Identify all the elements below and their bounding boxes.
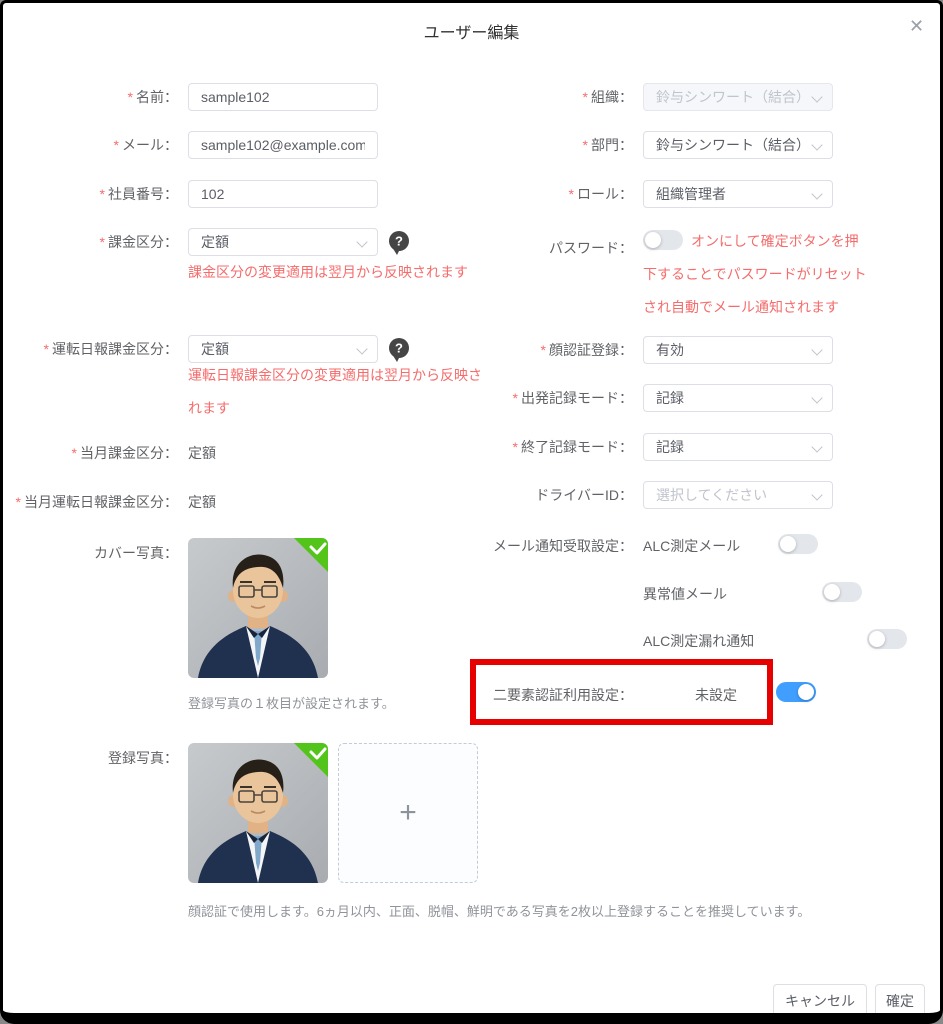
role-select[interactable]: 組織管理者 bbox=[643, 180, 833, 208]
close-icon[interactable]: ✕ bbox=[909, 17, 924, 35]
mail-item-abnormal-toggle[interactable] bbox=[822, 582, 862, 602]
department-label: *部門： bbox=[443, 135, 633, 155]
organization-select: 鈴与シンワート（結合） bbox=[643, 83, 833, 111]
registered-photo-label: 登録写真： bbox=[3, 748, 178, 768]
chevron-down-icon bbox=[356, 236, 367, 247]
cover-photo-label: カバー写真： bbox=[3, 543, 178, 563]
chevron-down-icon bbox=[811, 139, 822, 150]
current-billing-value: 定額 bbox=[188, 443, 216, 463]
registered-photo-note: 顔認証で使用します。6ヵ月以内、正面、脱帽、鮮明である写真を2枚以上登録すること… bbox=[188, 903, 810, 921]
end-record-mode-select[interactable]: 記録 bbox=[643, 433, 833, 461]
chevron-down-icon bbox=[811, 441, 822, 452]
registered-photo[interactable] bbox=[188, 743, 328, 883]
billing-help-icon[interactable] bbox=[387, 230, 411, 256]
email-label: *メール： bbox=[3, 135, 178, 155]
departure-record-mode-select[interactable]: 記録 bbox=[643, 384, 833, 412]
employee-no-label: *社員番号： bbox=[3, 184, 178, 204]
two-factor-status: 未設定 bbox=[695, 685, 737, 705]
password-label: パスワード： bbox=[443, 238, 633, 258]
organization-label: *組織： bbox=[443, 87, 633, 107]
driver-id-select[interactable]: 選択してください bbox=[643, 481, 833, 509]
employee-no-input[interactable] bbox=[188, 180, 378, 208]
password-toggle[interactable] bbox=[643, 230, 683, 250]
face-recognition-label: *顔認証登録： bbox=[443, 340, 633, 360]
chevron-down-icon bbox=[811, 392, 822, 403]
user-edit-modal: ユーザー編集 ✕ *名前： *メール： *社員番号： *課金区分： 定額 課金区… bbox=[0, 0, 943, 1024]
chevron-down-icon bbox=[811, 188, 822, 199]
mail-item-alc-toggle[interactable] bbox=[778, 534, 818, 554]
add-photo-button[interactable]: + bbox=[338, 743, 478, 883]
cover-photo-note: 登録写真の１枚目が設定されます。 bbox=[188, 695, 395, 713]
confirm-button[interactable]: 確定 bbox=[875, 984, 925, 1017]
mail-item-abnormal-label: 異常値メール bbox=[643, 584, 727, 604]
role-label: *ロール： bbox=[443, 184, 633, 204]
chevron-down-icon bbox=[811, 344, 822, 355]
two-factor-toggle[interactable] bbox=[776, 682, 816, 702]
billing-note: 課金区分の変更適用は翌月から反映されます bbox=[188, 256, 468, 289]
email-input[interactable] bbox=[188, 131, 378, 159]
mail-item-missed-label: ALC測定漏れ通知 bbox=[643, 631, 754, 651]
cancel-button[interactable]: キャンセル bbox=[773, 984, 867, 1017]
chevron-down-icon bbox=[356, 343, 367, 354]
password-row: オンにして確定ボタンを押下することでパスワードがリセットされ自動でメール通知され… bbox=[643, 225, 867, 324]
chevron-down-icon bbox=[811, 489, 822, 500]
name-label: *名前： bbox=[3, 87, 178, 107]
check-badge-icon bbox=[294, 743, 328, 777]
mail-notification-label: メール通知受取設定： bbox=[443, 536, 633, 556]
name-input[interactable] bbox=[188, 83, 378, 111]
billing-select[interactable]: 定額 bbox=[188, 228, 378, 256]
end-record-mode-label: *終了記録モード： bbox=[443, 437, 633, 457]
mail-item-alc-label: ALC測定メール bbox=[643, 536, 740, 556]
check-badge-icon bbox=[294, 538, 328, 572]
current-billing-label: *当月課金区分： bbox=[3, 443, 178, 463]
cover-photo[interactable] bbox=[188, 538, 328, 678]
department-select[interactable]: 鈴与シンワート（結合） bbox=[643, 131, 833, 159]
chevron-down-icon bbox=[811, 91, 822, 102]
two-factor-label: 二要素認証利用設定： bbox=[443, 685, 633, 705]
mail-item-missed-toggle[interactable] bbox=[867, 629, 907, 649]
driver-id-label: ドライバーID： bbox=[443, 485, 633, 505]
modal-title: ユーザー編集 bbox=[3, 19, 940, 43]
departure-record-mode-label: *出発記録モード： bbox=[443, 388, 633, 408]
current-daily-report-billing-label: *当月運転日報課金区分： bbox=[3, 492, 178, 512]
current-daily-report-billing-value: 定額 bbox=[188, 492, 216, 512]
face-recognition-select[interactable]: 有効 bbox=[643, 336, 833, 364]
plus-icon: + bbox=[399, 796, 417, 830]
daily-report-billing-label: *運転日報課金区分： bbox=[3, 339, 178, 359]
billing-label: *課金区分： bbox=[3, 232, 178, 252]
